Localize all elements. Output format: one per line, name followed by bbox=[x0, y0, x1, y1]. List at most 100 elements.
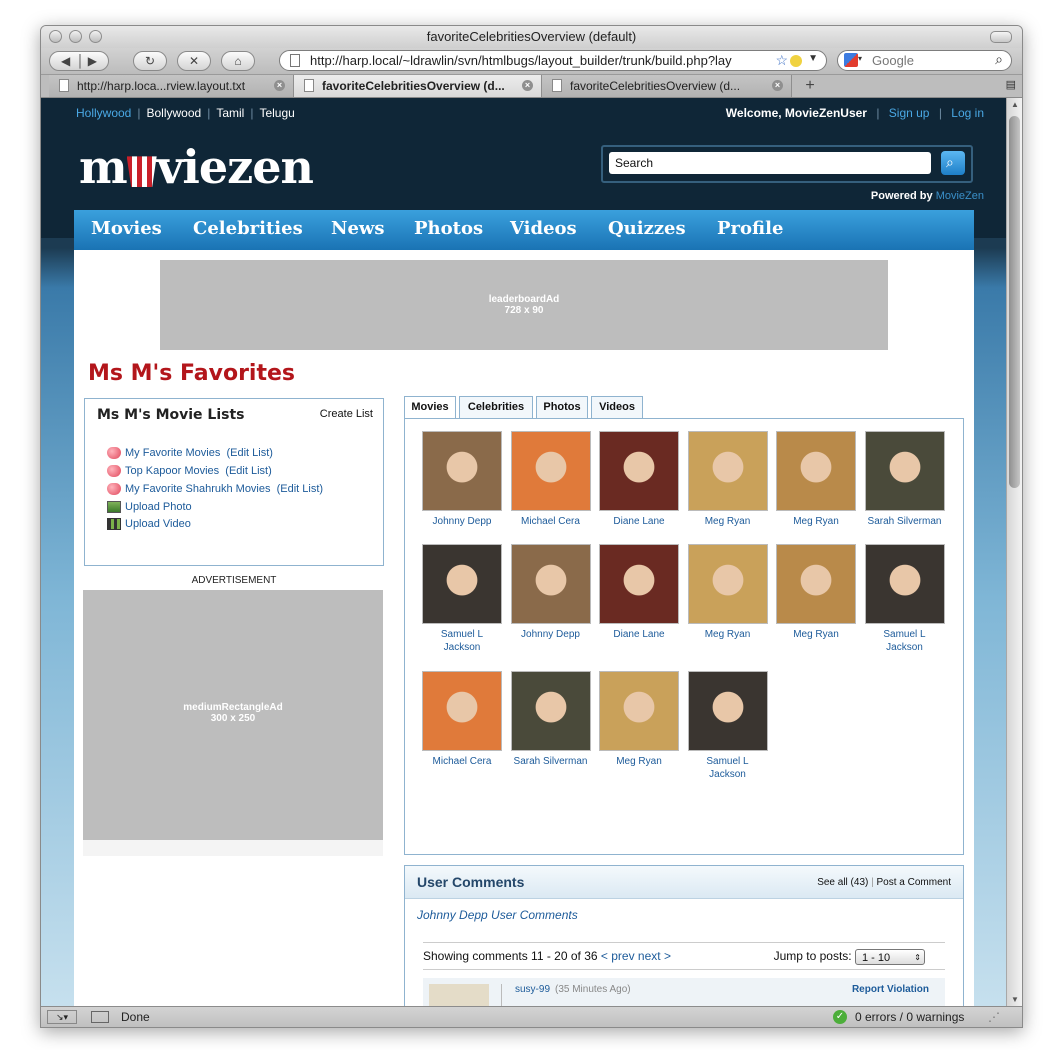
celebrity-card[interactable]: Samuel L Jackson bbox=[864, 544, 946, 654]
celebrity-photo[interactable] bbox=[599, 671, 679, 751]
comment-user-link[interactable]: susy-99 bbox=[515, 984, 550, 995]
celebrity-name-link[interactable]: Meg Ryan bbox=[687, 515, 769, 528]
search-icon[interactable]: ⌕ bbox=[995, 51, 1003, 68]
engine-dropdown-icon[interactable]: ▾ bbox=[858, 54, 862, 63]
create-list-link[interactable]: Create List bbox=[320, 408, 373, 420]
celebrity-name-link[interactable]: Johnny Depp bbox=[510, 628, 592, 641]
browser-tab-3[interactable]: favoriteCelebritiesOverview (d... × bbox=[542, 75, 792, 97]
see-all-link[interactable]: See all (43) bbox=[817, 877, 868, 888]
celebrity-name-link[interactable]: Johnny Depp bbox=[421, 515, 503, 528]
celebrity-photo[interactable] bbox=[776, 544, 856, 624]
lang-bollywood[interactable]: Bollywood bbox=[146, 106, 201, 120]
celebrity-photo[interactable] bbox=[776, 431, 856, 511]
edit-list-link[interactable]: (Edit List) bbox=[226, 447, 272, 459]
medium-rectangle-ad[interactable]: mediumRectangleAd 300 x 250 bbox=[83, 590, 383, 840]
nav-photos[interactable]: Photos bbox=[414, 218, 483, 239]
jump-select[interactable]: 1 - 10 ⇕ bbox=[855, 948, 925, 965]
tab-photos[interactable]: Photos bbox=[536, 396, 588, 418]
history-dropdown-icon[interactable]: ▼ bbox=[808, 53, 818, 64]
celebrity-name-link[interactable]: Michael Cera bbox=[421, 755, 503, 768]
celebrity-name-link[interactable]: Meg Ryan bbox=[687, 628, 769, 641]
minimize-window-button[interactable] bbox=[69, 30, 82, 43]
celebrity-photo[interactable] bbox=[422, 671, 502, 751]
celebrity-name-link[interactable]: Diane Lane bbox=[598, 515, 680, 528]
lang-hollywood[interactable]: Hollywood bbox=[76, 106, 131, 120]
edit-list-link[interactable]: (Edit List) bbox=[225, 465, 271, 477]
celebrity-card[interactable]: Michael Cera bbox=[510, 431, 592, 528]
celebrity-card[interactable]: Sarah Silverman bbox=[510, 671, 592, 768]
celebrity-photo[interactable] bbox=[599, 431, 679, 511]
inspector-icon[interactable]: ↘▾ bbox=[47, 1010, 77, 1024]
vertical-scrollbar[interactable]: ▲ ▼ bbox=[1006, 98, 1022, 1006]
next-link[interactable]: next > bbox=[638, 949, 671, 963]
prev-link[interactable]: < prev bbox=[601, 949, 635, 963]
upload-video-link[interactable]: Upload Video bbox=[125, 518, 191, 530]
celebrity-card[interactable]: Johnny Depp bbox=[421, 431, 503, 528]
search-engine-input[interactable]: Google bbox=[872, 53, 914, 68]
search-input[interactable]: Search bbox=[609, 152, 931, 174]
reload-button[interactable]: ↻ bbox=[133, 51, 167, 71]
search-engine-box[interactable]: ▾ Google ⌕ bbox=[837, 50, 1012, 71]
nav-profile[interactable]: Profile bbox=[717, 218, 783, 239]
celebrity-photo[interactable] bbox=[510, 671, 591, 751]
celebrity-name-link[interactable]: Samuel L Jackson bbox=[434, 628, 490, 654]
celebrity-card[interactable]: Johnny Depp bbox=[510, 544, 592, 641]
lang-telugu[interactable]: Telugu bbox=[259, 106, 294, 120]
post-comment-link[interactable]: Post a Comment bbox=[877, 877, 951, 888]
close-window-button[interactable] bbox=[49, 30, 62, 43]
browser-tab-2[interactable]: favoriteCelebritiesOverview (d... × bbox=[294, 75, 542, 97]
celebrity-card[interactable]: Meg Ryan bbox=[687, 544, 769, 641]
celebrity-card[interactable]: Samuel L Jackson bbox=[687, 671, 769, 781]
celebrity-photo[interactable] bbox=[422, 431, 502, 511]
error-count[interactable]: 0 errors / 0 warnings bbox=[855, 1007, 964, 1027]
nav-videos[interactable]: Videos bbox=[510, 218, 577, 239]
celebrity-photo[interactable] bbox=[687, 544, 768, 624]
back-icon[interactable]: ◀ bbox=[61, 54, 70, 68]
celebrity-name-link[interactable]: Meg Ryan bbox=[775, 515, 857, 528]
scroll-down-icon[interactable]: ▼ bbox=[1011, 995, 1019, 1004]
report-violation-link[interactable]: Report Violation bbox=[852, 984, 929, 995]
nav-quizzes[interactable]: Quizzes bbox=[608, 218, 686, 239]
address-bar[interactable]: http://harp.local/~ldrawlin/svn/htmlbugs… bbox=[279, 50, 827, 71]
list-link[interactable]: My Favorite Shahrukh Movies bbox=[125, 483, 271, 495]
close-tab-icon[interactable]: × bbox=[772, 80, 783, 91]
google-icon[interactable] bbox=[844, 53, 858, 67]
new-tab-button[interactable]: + bbox=[799, 77, 821, 95]
celebrity-name-link[interactable]: Samuel L Jackson bbox=[700, 755, 756, 781]
home-button[interactable]: ⌂ bbox=[221, 51, 255, 71]
comment-avatar[interactable] bbox=[429, 984, 489, 1006]
celebrity-photo[interactable] bbox=[510, 544, 591, 624]
list-link[interactable]: Top Kapoor Movies bbox=[125, 465, 219, 477]
celebrity-name-link[interactable]: Diane Lane bbox=[598, 628, 680, 641]
back-forward-buttons[interactable]: ◀ │ ▶ bbox=[49, 51, 109, 71]
signup-link[interactable]: Sign up bbox=[889, 106, 930, 120]
celebrity-card[interactable]: Diane Lane bbox=[598, 431, 680, 528]
scroll-up-icon[interactable]: ▲ bbox=[1011, 100, 1019, 109]
celebrity-photo[interactable] bbox=[687, 671, 768, 751]
tab-videos[interactable]: Videos bbox=[591, 396, 643, 418]
celebrity-photo[interactable] bbox=[422, 544, 502, 624]
zoom-window-button[interactable] bbox=[89, 30, 102, 43]
url-text[interactable]: http://harp.local/~ldrawlin/svn/htmlbugs… bbox=[310, 53, 748, 68]
celebrity-card[interactable]: Diane Lane bbox=[598, 544, 680, 641]
feed-icon[interactable] bbox=[790, 55, 802, 67]
celebrity-name-link[interactable]: Samuel L Jackson bbox=[877, 628, 933, 654]
login-link[interactable]: Log in bbox=[951, 106, 984, 120]
leaderboard-ad[interactable]: leaderboardAd 728 x 90 bbox=[160, 260, 888, 350]
celebrity-name-link[interactable]: Michael Cera bbox=[510, 515, 592, 528]
comments-subtitle[interactable]: Johnny Depp User Comments bbox=[417, 908, 578, 922]
celebrity-photo[interactable] bbox=[599, 544, 679, 624]
nav-celebrities[interactable]: Celebrities bbox=[193, 218, 303, 239]
edit-list-link[interactable]: (Edit List) bbox=[277, 483, 323, 495]
nav-movies[interactable]: Movies bbox=[91, 218, 162, 239]
celebrity-card[interactable]: Meg Ryan bbox=[775, 544, 857, 641]
tab-movies[interactable]: Movies bbox=[404, 396, 456, 418]
close-tab-icon[interactable]: × bbox=[522, 80, 533, 91]
upload-photo-link[interactable]: Upload Photo bbox=[125, 501, 192, 513]
celebrity-card[interactable]: Sarah Silverman bbox=[864, 431, 946, 528]
celebrity-card[interactable]: Meg Ryan bbox=[598, 671, 680, 768]
celebrity-name-link[interactable]: Sarah Silverman bbox=[864, 515, 946, 528]
tab-celebrities[interactable]: Celebrities bbox=[459, 396, 533, 418]
celebrity-photo[interactable] bbox=[864, 544, 945, 624]
celebrity-card[interactable]: Michael Cera bbox=[421, 671, 503, 768]
